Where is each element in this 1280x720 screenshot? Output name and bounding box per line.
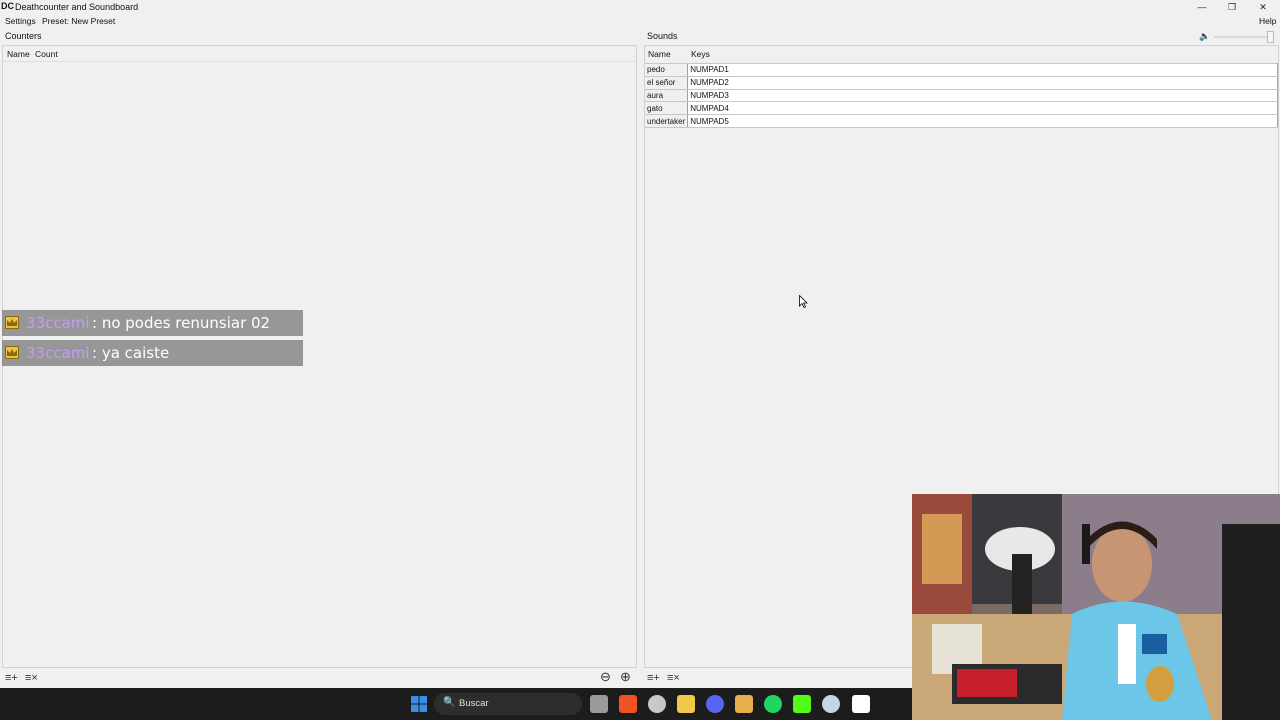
search-icon: 🔍 bbox=[443, 697, 456, 708]
sounds-label: Sounds bbox=[647, 31, 678, 41]
remove-counter-icon[interactable]: ≡× bbox=[25, 673, 38, 684]
sound-row[interactable]: undertaker NUMPAD5 bbox=[645, 114, 1278, 128]
discord-icon[interactable] bbox=[706, 695, 724, 713]
webcam-image bbox=[912, 494, 1280, 720]
windows-start-icon[interactable] bbox=[410, 695, 428, 713]
sounds-table: pedo NUMPAD1 el señor NUMPAD2 aura NUMPAD3 gat… bbox=[645, 63, 1278, 128]
brave-browser-icon[interactable] bbox=[619, 695, 637, 713]
sound-key[interactable]: NUMPAD2 bbox=[687, 75, 1278, 90]
restore-button[interactable]: ❐ bbox=[1224, 1, 1240, 13]
files-app-icon[interactable] bbox=[735, 695, 753, 713]
menu-help[interactable]: Help bbox=[1259, 16, 1276, 26]
task-view-icon[interactable] bbox=[590, 695, 608, 713]
sound-row[interactable]: gato NUMPAD4 bbox=[645, 101, 1278, 116]
zoom-in-icon[interactable]: ⊕ bbox=[620, 670, 631, 683]
sounds-column-name[interactable]: Name bbox=[648, 49, 671, 59]
title-bar: DC Deathcounter and Soundboard — ❐ ✕ bbox=[0, 0, 1280, 14]
zoom-out-icon[interactable]: ⊖ bbox=[600, 670, 611, 683]
sound-row[interactable]: aura NUMPAD3 bbox=[645, 88, 1278, 103]
sound-name[interactable]: el señor bbox=[645, 75, 688, 90]
chat-username: 33ccami bbox=[26, 344, 90, 362]
taskbar: 🔍 Buscar bbox=[0, 688, 912, 720]
sound-key[interactable]: NUMPAD1 bbox=[687, 63, 1278, 77]
sounds-column-keys[interactable]: Keys bbox=[691, 49, 710, 59]
crown-badge-icon bbox=[5, 346, 19, 359]
sound-name[interactable]: undertaker bbox=[645, 114, 688, 128]
sound-key[interactable]: NUMPAD5 bbox=[687, 114, 1278, 128]
sound-row[interactable]: el señor NUMPAD2 bbox=[645, 75, 1278, 90]
sound-row[interactable]: pedo NUMPAD1 bbox=[645, 63, 1278, 77]
add-sound-icon[interactable]: ≡+ bbox=[647, 673, 660, 684]
taskbar-search[interactable]: 🔍 Buscar bbox=[434, 693, 582, 715]
menu-bar: Settings Preset: New Preset Help bbox=[0, 15, 1280, 28]
volume-slider[interactable] bbox=[1214, 36, 1274, 38]
kick-icon[interactable] bbox=[793, 695, 811, 713]
chat-username: 33ccami bbox=[26, 314, 90, 332]
window-title: Deathcounter and Soundboard bbox=[15, 2, 139, 12]
sound-name[interactable]: aura bbox=[645, 88, 688, 103]
sound-key[interactable]: NUMPAD4 bbox=[687, 101, 1278, 116]
crown-badge-icon bbox=[5, 316, 19, 329]
obs-icon[interactable] bbox=[648, 695, 666, 713]
mouse-cursor-icon bbox=[799, 295, 808, 308]
spotify-icon[interactable] bbox=[764, 695, 782, 713]
file-explorer-icon[interactable] bbox=[677, 695, 695, 713]
volume-icon[interactable]: 🔈 bbox=[1199, 31, 1211, 43]
menu-preset[interactable]: Preset: New Preset bbox=[42, 16, 115, 26]
close-button[interactable]: ✕ bbox=[1255, 1, 1271, 13]
counters-label: Counters bbox=[5, 31, 42, 41]
minimize-button[interactable]: — bbox=[1194, 1, 1210, 13]
steam-icon[interactable] bbox=[822, 695, 840, 713]
search-placeholder: Buscar bbox=[459, 698, 489, 709]
menu-settings[interactable]: Settings bbox=[5, 16, 36, 26]
sound-name[interactable]: pedo bbox=[645, 63, 688, 77]
webcam-overlay bbox=[912, 494, 1280, 720]
chat-text: : ya caiste bbox=[92, 344, 170, 362]
counters-column-count[interactable]: Count bbox=[35, 49, 58, 59]
sound-key[interactable]: NUMPAD3 bbox=[687, 88, 1278, 103]
chat-message: 33ccami: no podes renunsiar 02 bbox=[2, 310, 303, 336]
app-icon: DC bbox=[1, 1, 14, 11]
chat-message: 33ccami: ya caiste bbox=[2, 340, 303, 366]
volume-slider-thumb[interactable] bbox=[1267, 31, 1274, 43]
add-counter-icon[interactable]: ≡+ bbox=[5, 673, 18, 684]
sound-name[interactable]: gato bbox=[645, 101, 688, 116]
deathcounter-app-icon[interactable] bbox=[852, 695, 870, 713]
chat-text: : no podes renunsiar 02 bbox=[92, 314, 271, 332]
counters-header-divider bbox=[3, 61, 636, 62]
remove-sound-icon[interactable]: ≡× bbox=[667, 673, 680, 684]
counters-column-name[interactable]: Name bbox=[7, 49, 30, 59]
